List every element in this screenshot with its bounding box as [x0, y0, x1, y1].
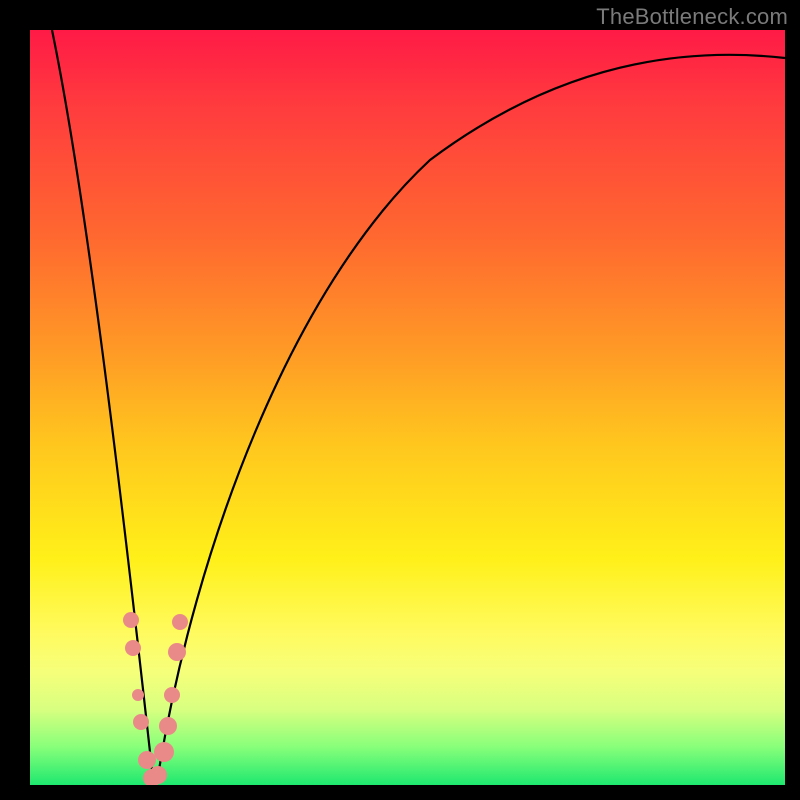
watermark-text: TheBottleneck.com: [596, 4, 788, 30]
bottleneck-curve: [52, 30, 785, 779]
highlight-points: [123, 612, 188, 785]
curve-layer: [30, 30, 785, 785]
plot-area: [30, 30, 785, 785]
chart-frame: TheBottleneck.com: [0, 0, 800, 800]
